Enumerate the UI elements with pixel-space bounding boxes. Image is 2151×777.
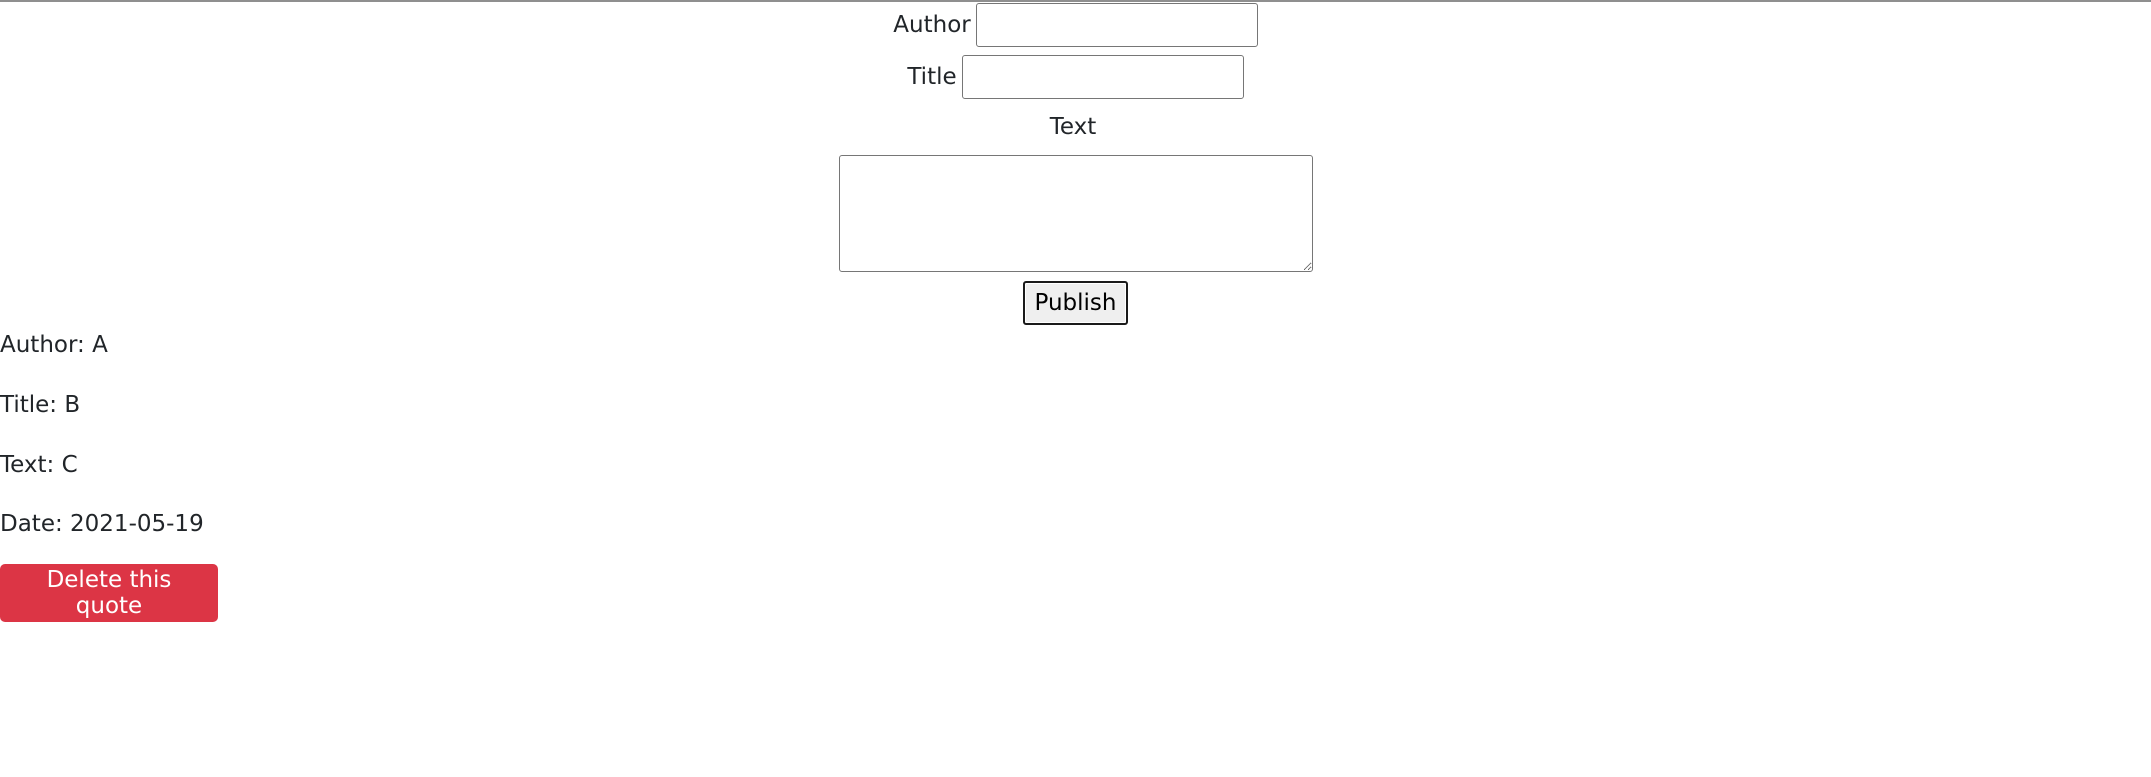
- author-label: Author: [893, 12, 971, 38]
- author-input[interactable]: [975, 3, 1258, 47]
- delete-quote-button[interactable]: Delete this quote: [0, 564, 218, 622]
- text-row: [0, 154, 2151, 272]
- text-textarea[interactable]: [838, 154, 1313, 272]
- quote-title: Title: B: [0, 392, 81, 418]
- quote-form: Author Title Text Publish: [0, 0, 2151, 330]
- quote-text: Text: C: [0, 452, 78, 478]
- publish-button[interactable]: Publish: [1022, 281, 1129, 325]
- quote-date: Date: 2021-05-19: [0, 511, 204, 537]
- quote-author: Author: A: [0, 332, 108, 358]
- text-label: Text: [1049, 114, 1097, 140]
- title-label: Title: [907, 64, 957, 90]
- text-label-row: Text: [0, 112, 2151, 142]
- publish-row: Publish: [0, 280, 2151, 326]
- title-input[interactable]: [961, 55, 1244, 99]
- title-row: Title: [0, 54, 2151, 100]
- author-row: Author: [0, 2, 2151, 48]
